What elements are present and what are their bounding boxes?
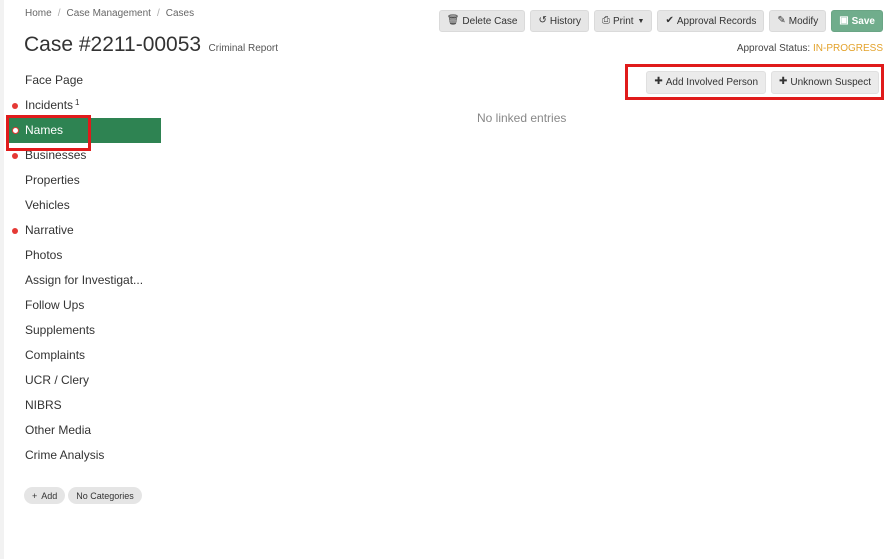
breadcrumb: Home / Case Management / Cases [25,8,194,19]
save-button[interactable]: ▣ Save [831,10,883,32]
approval-status-label: Approval Status: [736,43,811,54]
approval-records-label: Approval Records [676,15,757,27]
sidebar-item-label: NIBRS [25,398,62,412]
edit-icon: ✎ [777,15,786,26]
sidebar-item-label: Crime Analysis [25,448,105,462]
delete-case-button[interactable]: 🗑 Delete Case [438,10,526,32]
caret-down-icon: ▼ [637,17,645,25]
empty-state-text: No linked entries [477,111,567,125]
add-involved-person-label: Add Involved Person [665,76,758,88]
sidebar-item-count: 1 [75,98,80,107]
sidebar-item-narrative[interactable]: Narrative [0,218,162,243]
plus-icon: ✚ [779,76,788,87]
print-dropdown-button[interactable]: ⎙ Print ▼ [593,10,653,32]
sidebar-item-nibrs[interactable]: NIBRS [0,393,162,418]
no-categories-tag: No Categories [68,487,142,504]
breadcrumb-cases[interactable]: Cases [166,8,194,19]
plus-icon: + [32,490,38,501]
sidebar-item-properties[interactable]: Properties [0,168,162,193]
page-header: Case #2211-00053 Criminal Report [24,33,278,57]
add-category-label: Add [41,490,58,501]
add-category-button[interactable]: + Add [24,487,66,504]
sidebar-item-label: Face Page [25,73,84,87]
history-label: History [549,15,581,27]
sidebar-item-label: Photos [25,248,63,262]
modify-label: Modify [788,15,819,27]
history-icon: ↺ [538,15,547,26]
sidebar-item-photos[interactable]: Photos [0,243,162,268]
no-categories-label: No Categories [76,490,134,501]
sidebar-item-label: UCR / Clery [25,373,90,387]
sidebar-item-vehicles[interactable]: Vehicles [0,193,162,218]
delete-case-label: Delete Case [462,15,518,27]
breadcrumb-separator: / [156,8,160,19]
status-dot-icon [12,153,18,159]
sidebar-item-label: Narrative [25,223,74,237]
breadcrumb-separator: / [57,8,61,19]
unknown-suspect-label: Unknown Suspect [790,76,871,88]
sidebar-item-follow-ups[interactable]: Follow Ups [0,293,162,318]
category-tags: + Add No Categories [24,487,142,504]
sidebar-item-ucr-clery[interactable]: UCR / Clery [0,368,162,393]
sidebar-item-label: Follow Ups [25,298,85,312]
sidebar-item-label: Supplements [25,323,96,337]
history-button[interactable]: ↺ History [530,10,589,32]
check-icon: ✔ [665,15,674,26]
approval-status: Approval Status: IN-PROGRESS [737,43,883,54]
sidebar-item-assign-for-investigat[interactable]: Assign for Investigat... [0,268,162,293]
floppy-disk-icon: ▣ [839,15,849,26]
status-dot-icon [12,228,18,234]
names-action-bar: ✚ Add Involved Person ✚ Unknown Suspect [625,64,884,100]
sidebar-item-label: Properties [25,173,80,187]
approval-status-value: IN-PROGRESS [812,43,883,54]
sidebar-item-complaints[interactable]: Complaints [0,343,162,368]
sidebar-item-label: Assign for Investigat... [25,273,144,287]
unknown-suspect-button[interactable]: ✚ Unknown Suspect [771,70,879,94]
page-title: Case #2211-00053 [24,33,202,56]
save-label: Save [851,15,875,27]
page-subtitle: Criminal Report [208,43,279,54]
sidebar-item-crime-analysis[interactable]: Crime Analysis [0,443,162,468]
status-dot-icon [12,103,18,109]
breadcrumb-case-management[interactable]: Case Management [66,8,151,19]
names-highlight-box [6,115,91,151]
trash-icon: 🗑 [446,15,460,26]
plus-icon: ✚ [654,76,663,87]
sidebar-item-supplements[interactable]: Supplements [0,318,162,343]
sidebar-item-label: Incidents [25,98,74,112]
sidebar-item-face-page[interactable]: Face Page [0,68,162,93]
printer-icon: ⎙ [601,15,610,26]
add-involved-person-button[interactable]: ✚ Add Involved Person [646,70,766,94]
print-label: Print [612,15,634,27]
sidebar-item-label: Other Media [25,423,92,437]
sidebar-item-label: Vehicles [25,198,70,212]
approval-records-button[interactable]: ✔ Approval Records [657,10,765,32]
sidebar-item-other-media[interactable]: Other Media [0,418,162,443]
breadcrumb-home[interactable]: Home [25,8,52,19]
sidebar-item-label: Complaints [25,348,86,362]
case-toolbar: 🗑 Delete Case ↺ History ⎙ Print ▼ ✔ Appr… [438,10,883,32]
modify-button[interactable]: ✎ Modify [769,10,827,32]
